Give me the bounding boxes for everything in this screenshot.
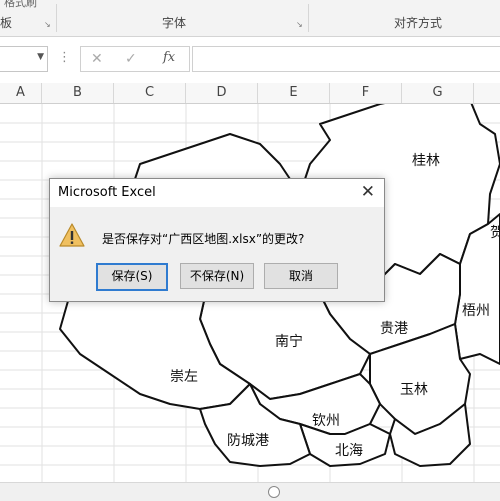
name-box[interactable]: ▼ — [0, 46, 48, 72]
save-button[interactable]: 保存(S) — [96, 263, 168, 291]
map-label-fangchenggang: 防城港 — [227, 433, 269, 449]
warning-icon — [58, 222, 86, 252]
map-label-wuzhou: 梧州 — [462, 303, 490, 319]
ribbon-divider — [56, 4, 57, 32]
column-header-a[interactable]: A — [0, 83, 42, 103]
column-header-g[interactable]: G — [402, 83, 474, 103]
map-label-hezhou-partial: 贺 — [490, 225, 500, 241]
font-launcher-icon[interactable]: ↘ — [296, 20, 303, 29]
cancel-button[interactable]: 取消 — [264, 263, 338, 289]
column-header-b[interactable]: B — [42, 83, 114, 103]
column-header-c[interactable]: C — [114, 83, 186, 103]
column-headers: A B C D E F G — [0, 83, 500, 104]
column-header-e[interactable]: E — [258, 83, 330, 103]
ribbon-divider — [308, 4, 309, 32]
dialog-title: Microsoft Excel — [58, 185, 156, 200]
map-label-yulin: 玉林 — [400, 382, 428, 398]
map-label-beihai: 北海 — [335, 443, 363, 459]
group-clipboard-label: 板 — [0, 16, 13, 30]
horizontal-scrollbar[interactable] — [0, 482, 500, 501]
dialog-message: 是否保存对“广西区地图.xlsx”的更改? — [102, 232, 305, 246]
dialog-titlebar[interactable]: Microsoft Excel ✕ — [50, 179, 384, 207]
column-header-f[interactable]: F — [330, 83, 402, 103]
column-header-d[interactable]: D — [186, 83, 258, 103]
formula-buttons: ✕ ✓ fx — [80, 46, 190, 72]
map-label-nanning: 南宁 — [275, 334, 303, 350]
enter-icon[interactable]: ✓ — [125, 51, 137, 67]
more-options-icon[interactable]: ⋮ — [58, 50, 71, 65]
scroll-thumb[interactable] — [268, 486, 280, 498]
close-icon[interactable]: ✕ — [361, 182, 375, 202]
save-changes-dialog: Microsoft Excel ✕ 是否保存对“广西区地图.xlsx”的更改? … — [49, 178, 385, 302]
clipboard-launcher-icon[interactable]: ↘ — [44, 20, 51, 29]
map-label-guilin: 桂林 — [412, 153, 440, 169]
map-label-chongzuo: 崇左 — [170, 369, 198, 385]
chevron-down-icon[interactable]: ▼ — [37, 52, 44, 62]
group-alignment-label: 对齐方式 — [394, 16, 443, 30]
insert-function-icon[interactable]: fx — [163, 50, 175, 65]
cancel-icon[interactable]: ✕ — [91, 51, 103, 67]
dont-save-button[interactable]: 不保存(N) — [180, 263, 254, 289]
map-label-guigang: 贵港 — [380, 321, 408, 337]
map-label-qinzhou: 钦州 — [312, 413, 340, 429]
format-painter-label[interactable]: 格式刷 — [4, 0, 37, 10]
formula-bar: ▼ ⋮ ✕ ✓ fx — [0, 40, 500, 78]
group-font-label: 字体 — [162, 16, 187, 30]
formula-input[interactable] — [192, 46, 500, 72]
ribbon: 格式刷 板 ↘ 字体 ↘ 对齐方式 — [0, 0, 500, 37]
